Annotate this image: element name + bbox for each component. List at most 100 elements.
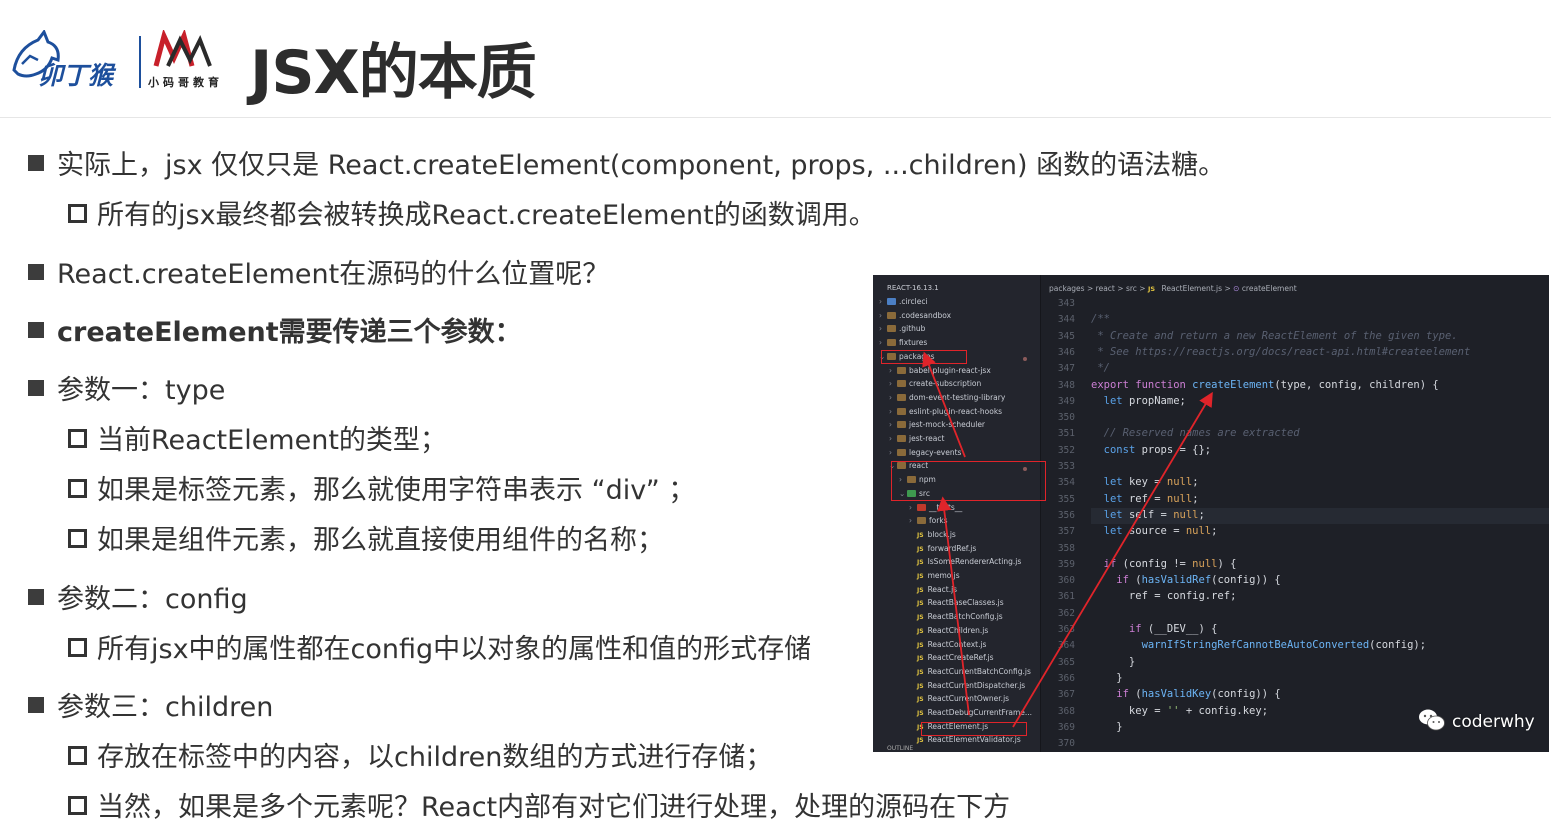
- tree-item-label: ReactBaseClasses.js: [927, 598, 1004, 608]
- code-line: 347 */: [1041, 362, 1549, 378]
- js-file-icon: JS: [917, 600, 924, 608]
- highlight-box-packages: [881, 350, 967, 364]
- tree-item[interactable]: JS ReactCreateRef.js: [909, 653, 994, 665]
- tree-item[interactable]: › eslint-plugin-react-hooks: [889, 407, 1002, 419]
- tree-item-label: ReactBatchConfig.js: [927, 612, 1003, 622]
- tree-item[interactable]: JS ReactBatchConfig.js: [909, 612, 1003, 624]
- js-file-icon: JS: [917, 641, 924, 649]
- tree-item[interactable]: JS memo.js: [909, 571, 960, 583]
- code-line: 350: [1041, 411, 1549, 427]
- bullet-text: 实际上，jsx 仅仅只是 React.createElement(compone…: [57, 150, 1226, 181]
- sub-bullet-item: 存放在标签中的内容，以children数组的方式进行存储；: [68, 735, 772, 774]
- code-line: 344/**: [1041, 313, 1549, 329]
- tree-item[interactable]: › fixtures: [879, 338, 927, 350]
- chevron-right-icon[interactable]: ›: [879, 297, 887, 306]
- tree-item[interactable]: JS ReactCurrentDispatcher.js: [909, 681, 1025, 693]
- tree-item[interactable]: › jest-react: [889, 434, 944, 446]
- tree-item[interactable]: JS ReactCurrentOwner.js: [909, 694, 1009, 706]
- tree-item[interactable]: › .github: [879, 324, 925, 336]
- line-number: 365: [1057, 656, 1075, 668]
- tree-item[interactable]: JS ReactChildren.js: [909, 626, 988, 638]
- tree-item[interactable]: JS ReactElementValidator.js: [909, 735, 1021, 747]
- code-line: 357 let source = null;: [1041, 525, 1549, 541]
- line-number: 346: [1057, 346, 1075, 358]
- code-line: 366 }: [1041, 672, 1549, 688]
- code-line: 370: [1041, 737, 1549, 752]
- line-number: 343: [1057, 298, 1075, 309]
- tree-item[interactable]: JS ReactCurrentBatchConfig.js: [909, 667, 1031, 679]
- chevron-right-icon[interactable]: ›: [889, 448, 897, 457]
- tree-item[interactable]: › dom-event-testing-library: [889, 393, 1005, 405]
- line-number: 368: [1057, 705, 1075, 717]
- js-file-icon: JS: [917, 668, 924, 676]
- tree-item-label: IsSomeRendererActing.js: [927, 557, 1022, 567]
- bullet-text: 参数三：children: [57, 692, 274, 723]
- chevron-right-icon[interactable]: ›: [909, 503, 917, 512]
- explorer-title: REACT-16.13.1: [887, 284, 939, 292]
- bullet-item: React.createElement在源码的什么位置呢？: [28, 252, 609, 291]
- tree-item-label: dom-event-testing-library: [909, 392, 1006, 402]
- chevron-right-icon[interactable]: ›: [879, 338, 887, 347]
- tree-item-label: create-subscription: [909, 379, 982, 389]
- chevron-right-icon[interactable]: ›: [889, 393, 897, 402]
- tree-item[interactable]: › .codesandbox: [879, 311, 951, 323]
- xiaomage-logo-icon: 小码哥教育: [147, 30, 219, 89]
- tree-item[interactable]: › legacy-events: [889, 448, 961, 460]
- bullet-text: 当然，如果是多个元素呢？React内部有对它们进行处理，处理的源码在下方: [97, 792, 1011, 821]
- tree-item[interactable]: › babel-plugin-react-jsx: [889, 366, 991, 378]
- chevron-right-icon[interactable]: ›: [889, 366, 897, 375]
- sub-bullet-item: 如果是组件元素，那么就直接使用组件的名称；: [68, 518, 664, 557]
- bullet-text: 如果是组件元素，那么就直接使用组件的名称；: [97, 525, 664, 556]
- js-file-icon: JS: [917, 655, 924, 663]
- line-number: 358: [1057, 542, 1075, 554]
- bullet-text: 所有的jsx最终都会被转换成React.createElement的函数调用。: [97, 200, 876, 231]
- js-file-icon: JS: [917, 586, 924, 594]
- tree-item-label: .circleci: [899, 297, 928, 306]
- tree-item[interactable]: › jest-mock-scheduler: [889, 420, 985, 432]
- tree-item[interactable]: JS React.js: [909, 585, 957, 597]
- sub-bullet-item: 当前ReactElement的类型；: [68, 418, 447, 457]
- tree-item[interactable]: JS ReactBaseClasses.js: [909, 598, 1004, 610]
- logo1-text: 卯丁猴: [38, 61, 117, 90]
- js-file-icon: JS: [917, 737, 924, 745]
- tree-item[interactable]: › create-subscription: [889, 379, 981, 391]
- chevron-right-icon[interactable]: ›: [879, 324, 887, 333]
- line-number: 351: [1057, 428, 1075, 440]
- highlight-box-react-src: [891, 461, 1046, 501]
- tree-item[interactable]: › .circleci: [879, 297, 928, 309]
- tree-item-label: forwardRef.js: [927, 543, 977, 553]
- breadcrumb-src[interactable]: src: [1126, 284, 1137, 293]
- bullet-item: 参数三：children: [28, 685, 273, 724]
- tree-item-label: ReactElementValidator.js: [927, 735, 1021, 745]
- breadcrumb-react[interactable]: react: [1096, 284, 1115, 293]
- tree-item[interactable]: JS forwardRef.js: [909, 544, 976, 556]
- chevron-right-icon[interactable]: ›: [889, 434, 897, 443]
- code-line: 365 }: [1041, 656, 1549, 672]
- breadcrumb-packages[interactable]: packages: [1049, 284, 1085, 293]
- chevron-right-icon[interactable]: ›: [909, 516, 917, 525]
- tree-item-label: ReactCurrentOwner.js: [927, 694, 1010, 704]
- tree-item-label: jest-react: [909, 434, 945, 443]
- chevron-right-icon[interactable]: ›: [889, 407, 897, 416]
- source-code-screenshot: REACT-16.13.1 › .circleci › .codesandbox › .g…: [873, 275, 1549, 752]
- breadcrumb-symbol[interactable]: createElement: [1242, 284, 1297, 293]
- folder-icon: [887, 339, 896, 347]
- code-line: 361 ref = config.ref;: [1041, 590, 1549, 606]
- tree-item[interactable]: JS IsSomeRendererActing.js: [909, 557, 1021, 569]
- tree-item-label: ReactDebugCurrentFrame...: [927, 708, 1033, 717]
- line-number: 366: [1057, 672, 1075, 684]
- chevron-right-icon[interactable]: ›: [889, 379, 897, 388]
- chevron-right-icon[interactable]: ›: [879, 311, 887, 320]
- breadcrumb-file[interactable]: ReactElement.js: [1161, 284, 1222, 293]
- tree-item[interactable]: JS ReactContext.js: [909, 640, 986, 652]
- logo-separator: [139, 36, 141, 88]
- tree-item[interactable]: › __tests__: [909, 503, 962, 515]
- tree-item[interactable]: JS ReactDebugCurrentFrame...: [909, 708, 1032, 720]
- folder-icon: [897, 393, 906, 401]
- tree-item[interactable]: JS block.js: [909, 530, 956, 542]
- chevron-right-icon[interactable]: ›: [889, 420, 897, 429]
- tree-item[interactable]: › forks: [909, 516, 948, 528]
- code-line: 362: [1041, 607, 1549, 623]
- line-number: 364: [1057, 640, 1075, 652]
- js-file-icon: JS: [917, 696, 924, 704]
